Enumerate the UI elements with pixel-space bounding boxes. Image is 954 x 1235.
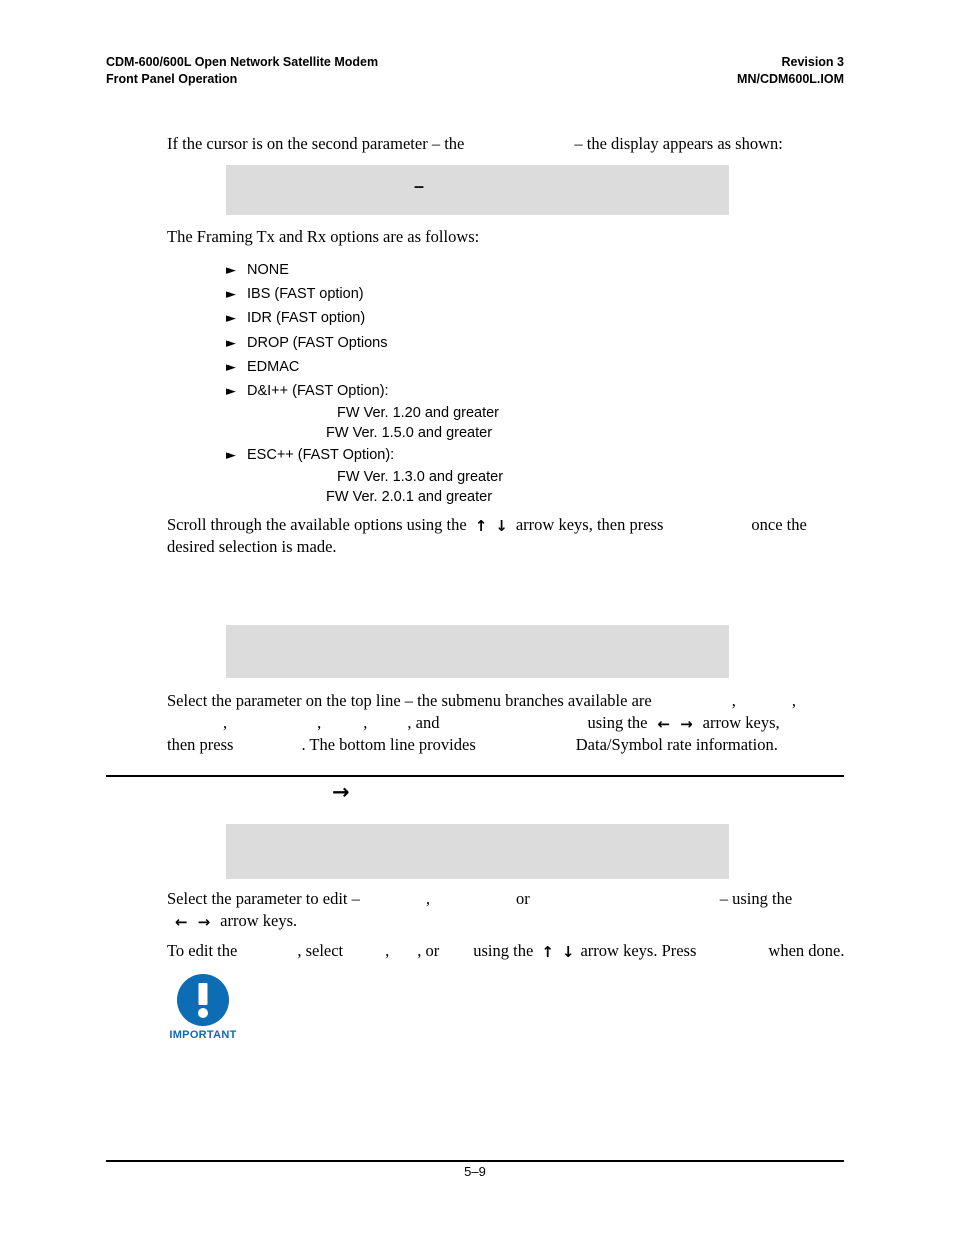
select-top-comma-3: , bbox=[223, 713, 228, 732]
scroll-text-part1: Scroll through the available options usi… bbox=[167, 515, 467, 534]
important-label: IMPORTANT bbox=[169, 1029, 237, 1041]
framing-options-list: ► NONE ► IBS (FAST option) ► IDR (FAST opti… bbox=[226, 258, 746, 507]
select-top-text-part2: using the bbox=[587, 713, 648, 732]
footer-divider-rule bbox=[106, 1160, 844, 1162]
triangle-right-icon: ► bbox=[226, 383, 236, 399]
select-edit-or: or bbox=[516, 889, 530, 908]
select-edit-text-part3: arrow keys. bbox=[220, 911, 298, 930]
select-top-text-part4: then press bbox=[167, 735, 234, 754]
to-edit-text-part1: To edit the bbox=[167, 941, 238, 960]
triangle-right-icon: ► bbox=[226, 448, 236, 464]
select-top-comma-5: , bbox=[363, 713, 368, 732]
arrow-right-icon: → bbox=[197, 913, 211, 931]
firmware-version-note: FW Ver. 2.0.1 and greater bbox=[326, 489, 493, 506]
select-top-and: and bbox=[415, 713, 440, 732]
to-edit-paragraph: To edit the , select,, or using the ↑ ↓ arrow… bbox=[167, 940, 845, 962]
arrow-up-icon: ↑ bbox=[541, 943, 554, 961]
select-top-text-part1: Select the parameter on the top line – t… bbox=[167, 691, 652, 710]
list-item-label: IBS (FAST option) bbox=[247, 286, 364, 303]
scroll-text-part3: once the bbox=[751, 515, 807, 534]
header-left-block: CDM-600/600L Open Network Satellite Mode… bbox=[106, 54, 378, 88]
page-number: 5–9 bbox=[464, 1164, 486, 1179]
arrow-right-icon: → bbox=[332, 780, 350, 804]
select-edit-comma-1: , bbox=[425, 889, 431, 908]
list-item: ► EDMAC bbox=[226, 355, 746, 379]
intro-text-part1: If the cursor is on the second parameter… bbox=[167, 134, 465, 153]
section-divider-rule bbox=[106, 775, 844, 777]
triangle-right-icon: ► bbox=[226, 311, 236, 327]
select-top-comma-4: , bbox=[317, 713, 322, 732]
header-revision: Revision 3 bbox=[781, 55, 844, 69]
scroll-text-part2: arrow keys, then press bbox=[515, 515, 664, 534]
select-top-line-paragraph: Select the parameter on the top line – t… bbox=[167, 690, 845, 756]
list-item: ► IBS (FAST option) bbox=[226, 282, 746, 306]
triangle-right-icon: ► bbox=[226, 359, 236, 375]
to-edit-or: or bbox=[425, 941, 440, 960]
exclamation-bar bbox=[198, 983, 208, 1005]
header-right-block: Revision 3 MN/CDM600L.IOM bbox=[737, 54, 844, 88]
list-item: ► ESC++ (FAST Option): bbox=[226, 443, 746, 467]
select-top-comma-1: , bbox=[731, 691, 736, 710]
select-top-line-3: then press . The bottom line provides Data… bbox=[167, 734, 845, 756]
arrow-right-icon: → bbox=[680, 715, 693, 733]
lcd-display-1-content: – bbox=[414, 176, 425, 196]
triangle-right-icon: ► bbox=[226, 335, 236, 351]
select-top-text-part5: . The bottom line provides bbox=[301, 735, 476, 754]
to-edit-text-part5: when done. bbox=[768, 941, 845, 960]
scroll-line-2: desired selection is made. bbox=[167, 537, 337, 556]
arrow-left-icon: ← bbox=[175, 913, 188, 931]
triangle-right-icon: ► bbox=[226, 263, 236, 278]
select-edit-text-part1: Select the parameter to edit – bbox=[167, 889, 360, 908]
document-page: CDM-600/600L Open Network Satellite Mode… bbox=[0, 0, 954, 1235]
exclamation-icon bbox=[177, 974, 229, 1026]
lcd-display-box-2 bbox=[226, 625, 729, 678]
to-edit-text-part4: arrow keys. Press bbox=[580, 941, 697, 960]
lcd-display-box-3 bbox=[226, 824, 729, 879]
select-top-text-part3: arrow keys, bbox=[702, 713, 780, 732]
list-item: ► IDR (FAST option) bbox=[226, 306, 746, 330]
scroll-instruction-paragraph: Scroll through the available options usi… bbox=[167, 514, 845, 558]
list-item-label: ESC++ (FAST Option): bbox=[247, 447, 395, 464]
select-edit-line-2: ← → arrow keys. bbox=[167, 910, 845, 932]
exclamation-dot bbox=[198, 1008, 208, 1018]
to-edit-comma-1: , bbox=[385, 941, 390, 960]
arrow-down-icon: ↓ bbox=[561, 943, 575, 961]
list-item: ► D&I++ (FAST Option): bbox=[226, 379, 746, 403]
select-top-line-1: Select the parameter on the top line – t… bbox=[167, 690, 845, 712]
select-top-text-part6: Data/Symbol rate information. bbox=[575, 735, 778, 754]
list-item-label: DROP (FAST Options bbox=[247, 334, 388, 351]
header-document-number: MN/CDM600L.IOM bbox=[737, 72, 844, 86]
select-edit-line-1: Select the parameter to edit –, or – using… bbox=[167, 888, 845, 910]
to-edit-text-part2: , select bbox=[297, 941, 344, 960]
arrow-left-icon: ← bbox=[657, 715, 671, 733]
to-edit-comma-2: , bbox=[417, 941, 422, 960]
list-item-label: NONE bbox=[247, 262, 289, 278]
list-item-label: D&I++ (FAST Option): bbox=[247, 382, 389, 399]
list-item-label: EDMAC bbox=[247, 358, 300, 375]
page-header: CDM-600/600L Open Network Satellite Mode… bbox=[106, 54, 844, 88]
lcd-display-box-1: – bbox=[226, 165, 729, 215]
select-top-line-2: ,,,, and using the ← → arrow keys, bbox=[167, 712, 845, 734]
important-callout: IMPORTANT bbox=[168, 974, 238, 1041]
arrow-up-icon: ↑ bbox=[474, 517, 488, 535]
firmware-version-note: FW Ver. 1.5.0 and greater bbox=[326, 425, 493, 442]
list-item-label: IDR (FAST option) bbox=[247, 310, 366, 327]
header-product-title: CDM-600/600L Open Network Satellite Mode… bbox=[106, 55, 379, 69]
intro-text-part2: – the display appears as shown: bbox=[574, 134, 783, 153]
triangle-right-icon: ► bbox=[226, 287, 236, 303]
select-top-comma-6: , bbox=[407, 713, 412, 732]
intro-paragraph: If the cursor is on the second parameter… bbox=[167, 133, 845, 155]
select-edit-text-part2: – using the bbox=[719, 889, 793, 908]
firmware-version-note: FW Ver. 1.20 and greater bbox=[337, 405, 500, 422]
select-edit-paragraph: Select the parameter to edit –, or – using… bbox=[167, 888, 845, 932]
to-edit-text-part3: using the bbox=[473, 941, 534, 960]
arrow-down-icon: ↓ bbox=[495, 517, 508, 535]
list-item: ► NONE bbox=[226, 258, 746, 282]
scroll-line-1: Scroll through the available options usi… bbox=[167, 514, 845, 536]
header-section-title: Front Panel Operation bbox=[106, 72, 238, 86]
framing-options-intro: The Framing Tx and Rx options are as fol… bbox=[167, 227, 480, 246]
select-top-comma-2: , bbox=[791, 691, 796, 710]
list-item: ► DROP (FAST Options bbox=[226, 331, 746, 355]
firmware-version-note: FW Ver. 1.3.0 and greater bbox=[337, 469, 504, 486]
